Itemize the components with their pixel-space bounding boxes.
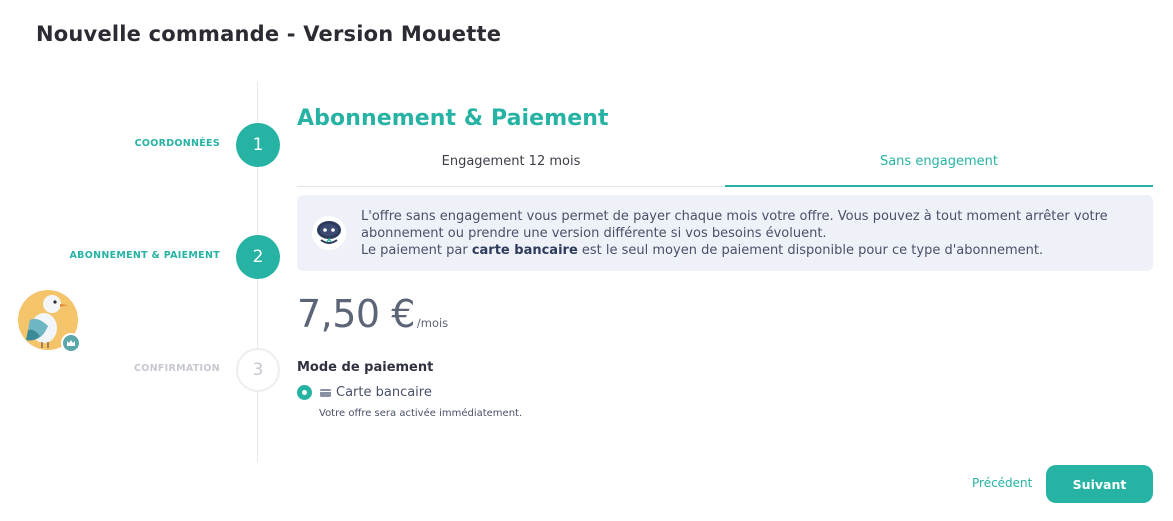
info-text: L'offre sans engagement vous permet de p… xyxy=(361,208,1141,259)
price-unit: /mois xyxy=(416,316,449,330)
info-line-2-start: Le paiement par xyxy=(361,243,472,258)
info-highlight: carte bancaire xyxy=(471,243,578,258)
tab-sans-engagement[interactable]: Sans engagement xyxy=(725,143,1153,187)
step-coordonnees[interactable]: COORDONNÉES 1 xyxy=(0,123,280,167)
tab-engagement-12-mois[interactable]: Engagement 12 mois xyxy=(297,143,725,186)
subscription-tabs: Engagement 12 mois Sans engagement xyxy=(297,143,1153,187)
section-title: Abonnement & Paiement xyxy=(297,106,609,131)
next-button[interactable]: Suivant xyxy=(1046,465,1153,503)
step-abonnement-paiement[interactable]: ABONNEMENT & PAIEMENT 2 xyxy=(0,235,280,279)
payment-option-carte-bancaire[interactable]: Carte bancaire xyxy=(297,385,432,400)
payment-hint: Votre offre sera activée immédiatement. xyxy=(319,408,523,419)
crown-icon xyxy=(61,333,81,353)
step-number-circle: 2 xyxy=(236,235,280,279)
step-number-circle: 3 xyxy=(236,348,280,392)
credit-card-icon xyxy=(320,388,331,397)
radio-selected[interactable] xyxy=(297,385,312,400)
previous-button[interactable]: Précédent xyxy=(972,476,1032,490)
step-label: ABONNEMENT & PAIEMENT xyxy=(69,250,220,261)
info-line-1: L'offre sans engagement vous permet de p… xyxy=(361,209,1108,241)
info-box: L'offre sans engagement vous permet de p… xyxy=(297,195,1153,271)
payment-option-label: Carte bancaire xyxy=(336,385,432,400)
content-header: Abonnement & Paiement xyxy=(297,106,1153,131)
info-line-2-end: est le seul moyen de paiement disponible… xyxy=(577,243,1044,258)
step-label: CONFIRMATION xyxy=(133,363,220,374)
radio-dot xyxy=(302,390,307,395)
info-line-2: Le paiement par carte bancaire est le se… xyxy=(361,242,1141,259)
step-number-circle: 1 xyxy=(236,123,280,167)
payment-mode-label: Mode de paiement xyxy=(297,360,434,375)
price: 7,50 € /mois xyxy=(297,292,448,336)
price-value: 7,50 € xyxy=(297,292,415,336)
seagull-avatar-icon xyxy=(18,290,82,354)
step-label: COORDONNÉES xyxy=(134,138,220,149)
step-confirmation: CONFIRMATION 3 xyxy=(0,348,280,392)
robot-icon xyxy=(311,215,347,251)
page-title: Nouvelle commande - Version Mouette xyxy=(36,22,502,46)
